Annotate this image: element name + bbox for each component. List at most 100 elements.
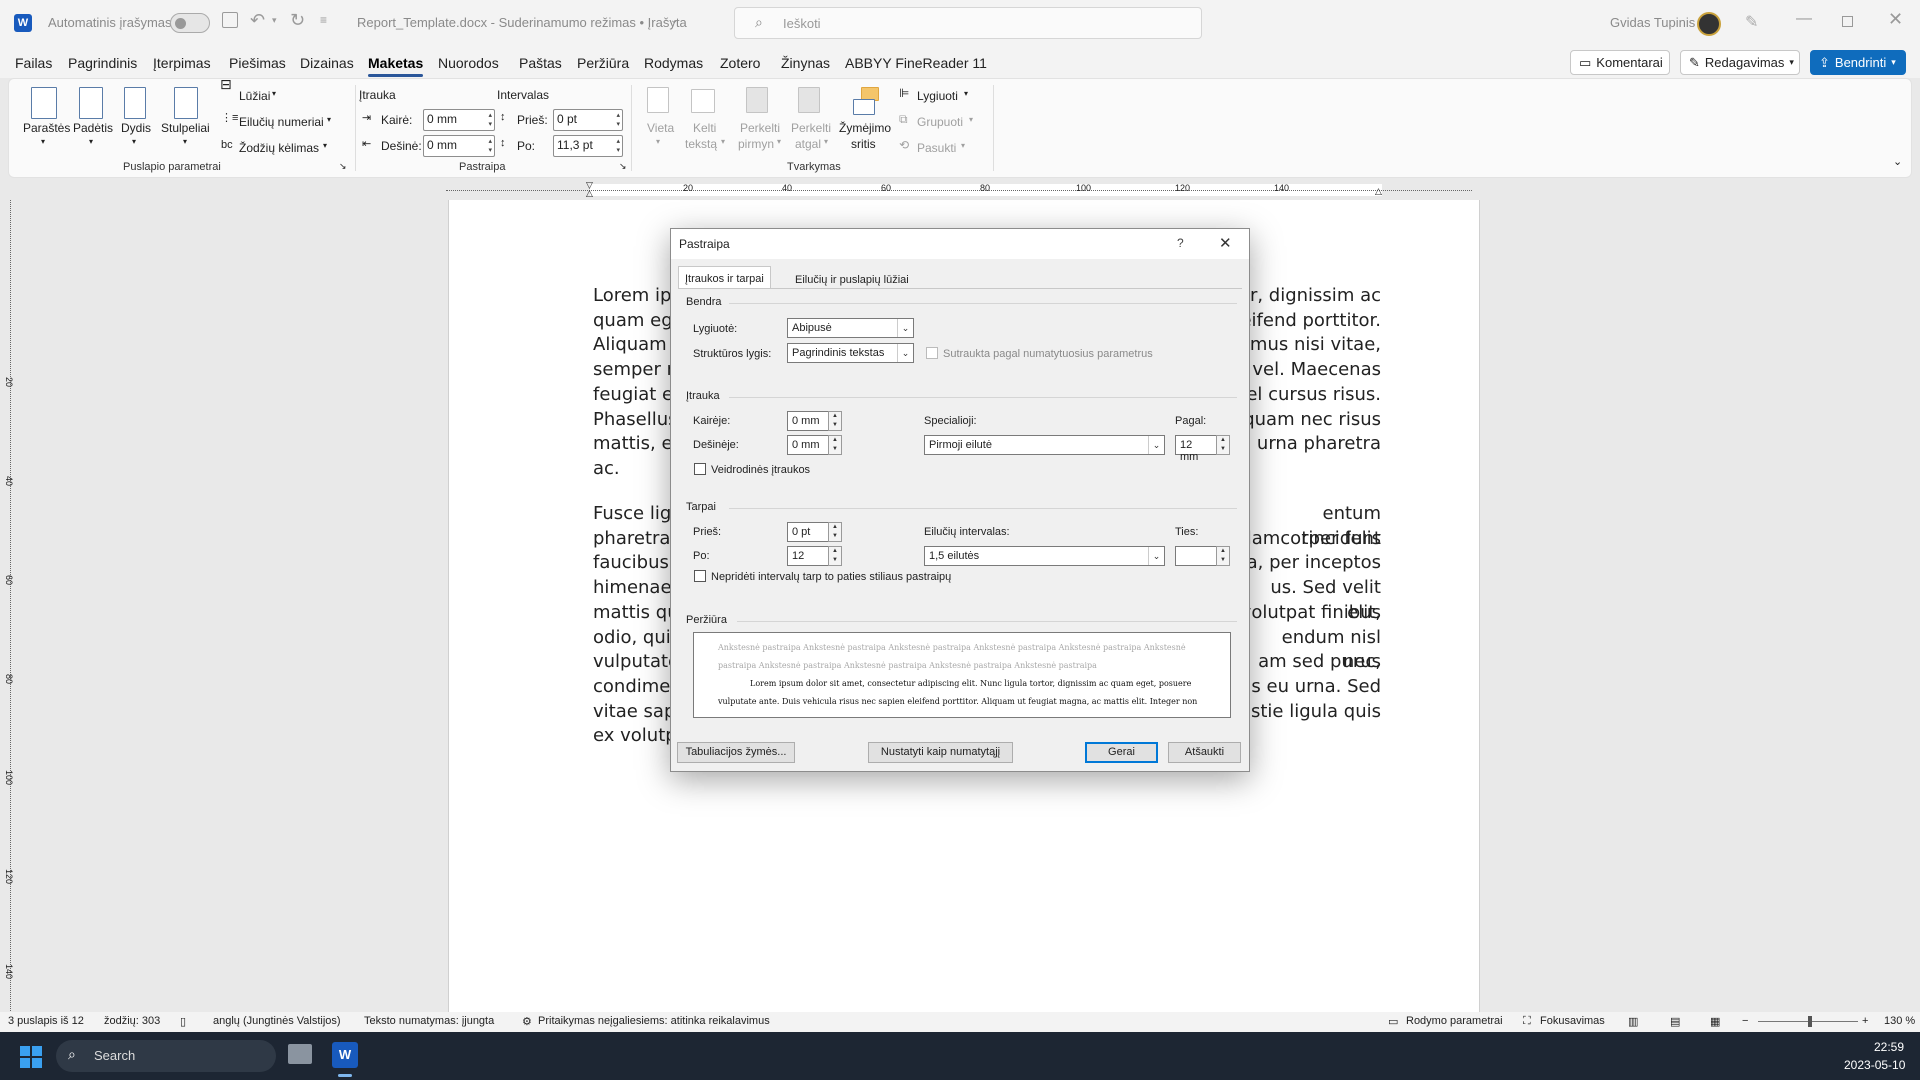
tab-piesimas[interactable]: Piešimas <box>229 55 286 71</box>
right-indent-marker[interactable]: △ <box>1375 186 1382 197</box>
hyphenation-button[interactable]: Žodžių kėlimas <box>239 141 319 155</box>
hyphenation-chevron-icon[interactable]: ▾ <box>323 141 327 150</box>
outline-level-select[interactable]: Pagrindinis tekstas ⌄ <box>787 343 914 363</box>
text-line-fragment[interactable]: eifend porttitor. <box>1238 309 1381 334</box>
tab-maketas[interactable]: Maketas <box>368 55 424 77</box>
pen-icon[interactable]: ✎ <box>1745 12 1758 32</box>
at-field[interactable]: ▲ ▼ <box>1175 546 1230 566</box>
wrap-text-button-2[interactable]: tekstą <box>685 137 717 151</box>
tab-iterpimas[interactable]: Įterpimas <box>153 55 211 71</box>
selection-pane-button[interactable]: Žymėjimo <box>839 121 891 135</box>
spin-arrows-icon[interactable]: ▴ ▾ <box>616 137 620 155</box>
spinner-icon[interactable]: ▲ ▼ <box>828 522 842 542</box>
text-line-fragment[interactable]: llamcorper felis <box>1238 527 1381 552</box>
spacing-after-field[interactable]: 12 ▲ ▼ <box>787 546 842 566</box>
spinner-icon[interactable]: ▲ ▼ <box>828 411 842 431</box>
columns-chevron-icon[interactable]: ▾ <box>183 137 187 146</box>
word-count[interactable]: žodžių: 303 <box>104 1015 160 1027</box>
tab-line-page-breaks[interactable]: Eilučių ir puslapių lūžiai <box>789 268 915 288</box>
spacing-after-input[interactable]: 11,3 pt ▴ ▾ <box>553 135 623 157</box>
send-backward-chevron-icon[interactable]: ▾ <box>824 137 828 146</box>
editing-button[interactable]: ✎ Redagavimas ▾ <box>1680 50 1800 75</box>
line-spacing-select[interactable]: 1,5 eilutės ⌄ <box>924 546 1165 566</box>
text-line-fragment[interactable]: or, dignissim ac <box>1238 284 1381 309</box>
orientation-icon[interactable] <box>79 87 103 119</box>
search-box[interactable]: ⌕ Ieškoti <box>734 7 1202 39</box>
collapse-ribbon-icon[interactable]: ⌄ <box>1893 155 1902 168</box>
indent-left-input[interactable]: 0 mm ▴ ▾ <box>423 109 495 131</box>
indent-left-field[interactable]: 0 mm ▲ ▼ <box>787 411 842 431</box>
by-field[interactable]: 12 mm ▲ ▼ <box>1175 435 1230 463</box>
spacing-before-field[interactable]: 0 pt ▲ ▼ <box>787 522 842 542</box>
size-icon[interactable] <box>124 87 146 119</box>
bring-forward-button-2[interactable]: pirmyn <box>738 137 774 151</box>
tab-dizainas[interactable]: Dizainas <box>300 55 354 71</box>
line-numbers-chevron-icon[interactable]: ▾ <box>327 115 331 124</box>
bring-forward-chevron-icon[interactable]: ▾ <box>777 137 781 146</box>
taskbar-word-icon[interactable]: W <box>332 1042 358 1068</box>
autosave-toggle[interactable] <box>170 13 210 33</box>
position-chevron-icon[interactable]: ▾ <box>656 137 660 146</box>
line-numbers-button[interactable]: Eilučių numeriai <box>239 115 324 129</box>
spin-arrows-icon[interactable]: ▴ ▾ <box>488 111 492 129</box>
text-line-fragment[interactable]: estie ligula quis <box>1238 700 1381 725</box>
spinner-icon[interactable]: ▲ ▼ <box>828 546 842 566</box>
text-line-fragment[interactable]: vel. Maecenas <box>1238 358 1381 383</box>
spin-arrows-icon[interactable]: ▴ ▾ <box>616 111 620 129</box>
size-chevron-icon[interactable]: ▾ <box>132 137 136 146</box>
alignment-select[interactable]: Abipusė ⌄ <box>787 318 914 338</box>
comments-button[interactable]: ▭ Komentarai <box>1570 50 1670 75</box>
margins-chevron-icon[interactable]: ▾ <box>41 137 45 146</box>
breaks-button[interactable]: Lūžiai <box>239 89 270 103</box>
spinner-icon[interactable]: ▲ ▼ <box>1216 546 1230 566</box>
mirror-indents-checkbox[interactable] <box>694 463 706 475</box>
spinner-icon[interactable]: ▲ ▼ <box>1216 435 1230 455</box>
orientation-chevron-icon[interactable]: ▾ <box>89 137 93 146</box>
text-line-fragment[interactable]: ra, per inceptos <box>1238 551 1381 576</box>
restore-icon[interactable] <box>1842 16 1853 27</box>
rotate-button[interactable]: Pasukti <box>917 141 956 155</box>
document-title[interactable]: Report_Template.docx - Suderinamumo reži… <box>357 15 687 30</box>
minimize-icon[interactable]: — <box>1796 10 1812 28</box>
tabs-button[interactable]: Tabuliacijos žymės... <box>677 742 795 763</box>
user-name[interactable]: Gvidas Tupinis <box>1610 15 1695 30</box>
hanging-indent-marker[interactable]: △ <box>586 188 593 199</box>
tab-rodymas[interactable]: Rodymas <box>644 55 703 71</box>
text-predictions-status[interactable]: Teksto numatymas: įjungta <box>364 1015 494 1027</box>
task-view-icon[interactable] <box>288 1044 312 1064</box>
page-setup-launcher-icon[interactable]: ↘ <box>339 161 347 172</box>
tab-abbyy[interactable]: ABBYY FineReader 11 <box>845 55 987 71</box>
rotate-chevron-icon[interactable]: ▾ <box>961 141 965 150</box>
breaks-chevron-icon[interactable]: ▾ <box>272 89 276 98</box>
tab-failas[interactable]: Failas <box>15 55 52 71</box>
clock-time[interactable]: 22:59 <box>1874 1040 1904 1054</box>
undo-dropdown-icon[interactable]: ▾ <box>272 15 277 26</box>
text-line-fragment[interactable]: el cursus risus. <box>1238 383 1381 408</box>
wrap-text-chevron-icon[interactable]: ▾ <box>721 137 725 146</box>
help-button[interactable]: ? <box>1177 236 1184 250</box>
dialog-close-icon[interactable]: ✕ <box>1219 234 1232 252</box>
display-settings-button[interactable]: Rodymo parametrai <box>1406 1015 1503 1027</box>
indent-right-field[interactable]: 0 mm ▲ ▼ <box>787 435 842 455</box>
text-line-fragment[interactable]: urna pharetra <box>1238 432 1381 457</box>
bring-forward-button[interactable]: Perkelti <box>740 121 780 135</box>
cancel-button[interactable]: Atšaukti <box>1168 742 1241 763</box>
tab-pagrindinis[interactable]: Pagrindinis <box>68 55 137 71</box>
avatar[interactable] <box>1697 12 1721 36</box>
zoom-in-icon[interactable]: + <box>1862 1015 1868 1027</box>
tab-zinynas[interactable]: Žinynas <box>781 55 830 71</box>
zoom-level[interactable]: 130 % <box>1884 1015 1915 1027</box>
undo-icon[interactable]: ↶ <box>250 10 265 31</box>
text-line-fragment[interactable]: volutpat finibus <box>1238 601 1381 626</box>
columns-icon[interactable] <box>174 87 198 119</box>
tab-nuorodos[interactable]: Nuorodos <box>438 55 499 71</box>
text-line-fragment[interactable]: am sed purus <box>1238 650 1381 675</box>
tab-zotero[interactable]: Zotero <box>720 55 760 71</box>
page-count[interactable]: 3 puslapis iš 12 <box>8 1015 84 1027</box>
wrap-text-button[interactable]: Kelti <box>693 121 716 135</box>
zoom-slider-thumb[interactable] <box>1808 1016 1812 1027</box>
special-select[interactable]: Pirmoji eilutė ⌄ <box>924 435 1165 455</box>
margins-icon[interactable] <box>31 87 57 119</box>
spin-arrows-icon[interactable]: ▴ ▾ <box>488 137 492 155</box>
selection-pane-button-2[interactable]: sritis <box>851 137 876 151</box>
